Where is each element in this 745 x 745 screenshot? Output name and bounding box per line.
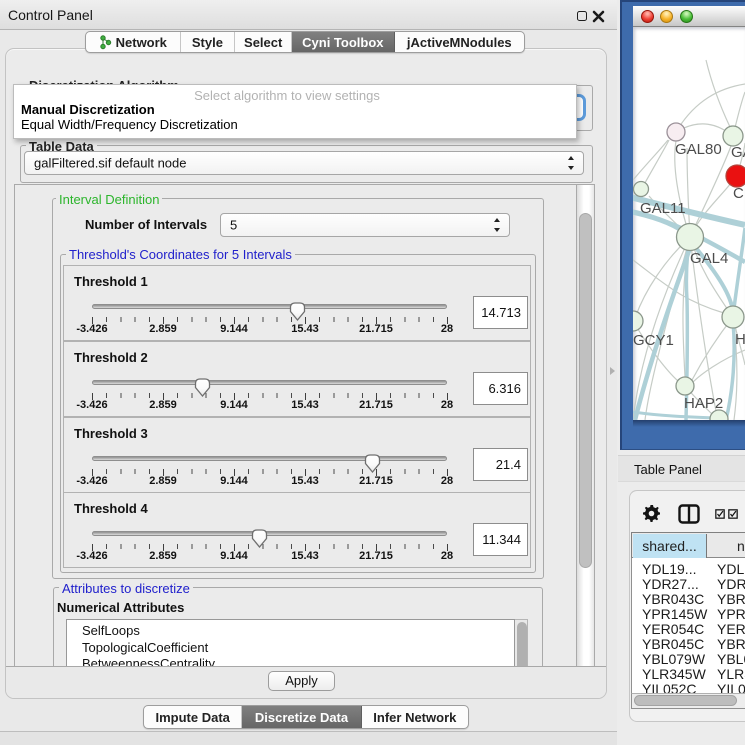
svg-text:HAP2: HAP2 — [684, 395, 723, 412]
svg-text:GCY1: GCY1 — [633, 332, 674, 349]
svg-text:GA: GA — [731, 144, 745, 161]
svg-text:C: C — [733, 185, 744, 202]
svg-text:GAL4: GAL4 — [690, 250, 728, 267]
svg-text:GAL11: GAL11 — [640, 200, 686, 217]
svg-text:GAL80: GAL80 — [675, 141, 722, 158]
svg-text:H: H — [735, 331, 745, 348]
